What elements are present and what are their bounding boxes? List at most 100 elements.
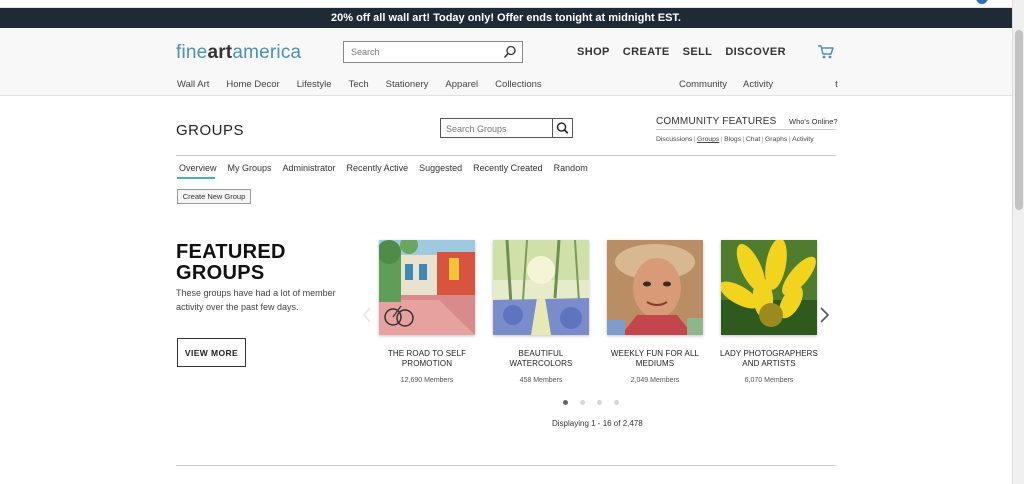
separator: | [693, 136, 696, 143]
subnav-home-decor[interactable]: Home Decor [226, 79, 279, 90]
whos-online-link[interactable]: Who's Online? [789, 117, 838, 126]
featured-groups-heading: FEATURED GROUPS [176, 242, 286, 284]
tab-recently-active[interactable]: Recently Active [347, 163, 409, 173]
promo-banner[interactable]: 20% off all wall art! Today only! Offer … [0, 8, 1012, 28]
separator: | [788, 136, 791, 143]
subnav-lifestyle[interactable]: Lifestyle [297, 79, 332, 90]
carousel-prev-icon[interactable] [362, 306, 372, 324]
create-new-group-button[interactable]: Create New Group [177, 189, 251, 204]
subnav-trailing-letter: t [835, 79, 838, 90]
nav-sell[interactable]: SELL [683, 46, 713, 58]
subnav-wall-art[interactable]: Wall Art [177, 79, 209, 90]
logo-part-fine: fine [176, 42, 208, 63]
groups-search-button-icon[interactable] [552, 119, 572, 137]
search-icon[interactable] [503, 45, 517, 59]
tabs-divider [176, 155, 836, 156]
subnav-tech[interactable]: Tech [349, 79, 369, 90]
group-thumbnail[interactable] [721, 240, 817, 335]
featured-group-card[interactable]: THE ROAD TO SELF PROMOTION 12,690 Member… [377, 240, 477, 384]
tab-recently-created[interactable]: Recently Created [473, 163, 543, 173]
group-name-line2: AND ARTISTS [742, 359, 796, 368]
group-name[interactable]: LADY PHOTOGRAPHERS AND ARTISTS [719, 349, 819, 369]
main-nav: SHOP CREATE SELL DISCOVER [577, 46, 786, 58]
group-thumbnail[interactable] [607, 240, 703, 335]
group-name-line1: BEAUTIFUL [518, 349, 564, 358]
separator: | [742, 136, 745, 143]
site-search [343, 41, 523, 63]
page-title: GROUPS [176, 122, 245, 139]
portrait-painting-image [607, 240, 703, 335]
logo-part-america: america [232, 42, 302, 63]
featured-group-card[interactable]: WEEKLY FUN FOR ALL MEDIUMS 2,049 Members [605, 240, 705, 384]
groups-tabs: Overview My Groups Administrator Recentl… [179, 163, 588, 173]
logo-part-art: art [207, 42, 233, 63]
tab-administrator[interactable]: Administrator [283, 163, 336, 173]
tab-overview[interactable]: Overview [179, 163, 217, 173]
fineartamerica-logo[interactable]: fineartamerica [176, 42, 301, 64]
carousel-dot[interactable] [614, 400, 619, 405]
featured-group-card[interactable]: LADY PHOTOGRAPHERS AND ARTISTS 6,070 Mem… [719, 240, 819, 384]
cf-link-blogs[interactable]: Blogs [724, 136, 741, 143]
carousel-dot[interactable] [580, 400, 585, 405]
subnav-stationery[interactable]: Stationery [386, 79, 429, 90]
featured-heading-line2: GROUPS [176, 262, 265, 284]
cf-link-discussions[interactable]: Discussions [656, 136, 692, 143]
yellow-flower-photo-image [721, 240, 817, 335]
carousel-pagination [563, 400, 619, 405]
subnav-collections[interactable]: Collections [495, 79, 541, 90]
carousel-dot[interactable] [597, 400, 602, 405]
category-nav: Wall Art Home Decor Lifestyle Tech Stati… [177, 79, 542, 90]
section-divider [176, 465, 836, 466]
browser-corner-icon [976, 0, 988, 4]
group-member-count: 2,049 Members [630, 377, 680, 384]
group-name-line1: LADY PHOTOGRAPHERS [720, 349, 818, 358]
cart-icon[interactable] [817, 44, 835, 60]
scrollbar-thumb[interactable] [1015, 30, 1023, 210]
nav-shop[interactable]: SHOP [577, 46, 610, 58]
view-more-button[interactable]: VIEW MORE [177, 338, 246, 367]
tab-random[interactable]: Random [554, 163, 588, 173]
community-features-divider [656, 129, 836, 130]
group-name[interactable]: WEEKLY FUN FOR ALL MEDIUMS [605, 349, 705, 369]
tab-suggested[interactable]: Suggested [419, 163, 462, 173]
cf-link-chat[interactable]: Chat [746, 136, 760, 143]
tab-my-groups[interactable]: My Groups [228, 163, 272, 173]
account-nav: Community Activity t [679, 79, 838, 90]
separator: | [720, 136, 723, 143]
displaying-count: Displaying 1 - 16 of 2,478 [552, 419, 643, 428]
redacted-username [789, 79, 835, 87]
carousel-next-icon[interactable] [818, 306, 830, 324]
group-thumbnail[interactable] [493, 240, 589, 335]
browser-top-strip [0, 0, 1024, 8]
groups-search-input[interactable] [441, 120, 551, 138]
cf-link-groups[interactable]: Groups [697, 136, 719, 143]
group-member-count: 458 Members [519, 377, 563, 384]
group-member-count: 12,690 Members [400, 377, 454, 384]
group-name[interactable]: BEAUTIFUL WATERCOLORS [491, 349, 591, 369]
nav-create[interactable]: CREATE [623, 46, 670, 58]
street-painting-image [379, 240, 475, 335]
nav-discover[interactable]: DISCOVER [725, 46, 786, 58]
group-member-count: 6,070 Members [744, 377, 794, 384]
group-name[interactable]: THE ROAD TO SELF PROMOTION [377, 349, 477, 369]
active-tab-indicator [177, 177, 215, 179]
subnav-account-trailing[interactable]: t [789, 79, 838, 90]
subnav-apparel[interactable]: Apparel [445, 79, 478, 90]
featured-description: These groups have had a lot of member ac… [176, 288, 336, 312]
subnav-community[interactable]: Community [679, 79, 727, 90]
group-thumbnail[interactable] [379, 240, 475, 335]
featured-group-card[interactable]: BEAUTIFUL WATERCOLORS 458 Members [491, 240, 591, 384]
site-search-input[interactable] [344, 42, 494, 62]
community-features-links: Discussions | Groups | Blogs | Chat | Graphs… [656, 136, 814, 143]
featured-heading-line1: FEATURED [176, 241, 286, 263]
group-name-line1: WEEKLY FUN FOR ALL [610, 349, 700, 358]
cf-link-activity[interactable]: Activity [792, 136, 814, 143]
carousel-dot[interactable] [563, 400, 568, 405]
forest-watercolor-image [493, 240, 589, 335]
community-features-title: COMMUNITY FEATURES [656, 116, 777, 127]
group-name-line2: MEDIUMS [635, 359, 675, 368]
cf-link-graphs[interactable]: Graphs [765, 136, 787, 143]
subnav-activity[interactable]: Activity [743, 79, 773, 90]
vertical-scrollbar[interactable] [1012, 0, 1024, 484]
group-name-line2: WATERCOLORS [509, 359, 573, 368]
